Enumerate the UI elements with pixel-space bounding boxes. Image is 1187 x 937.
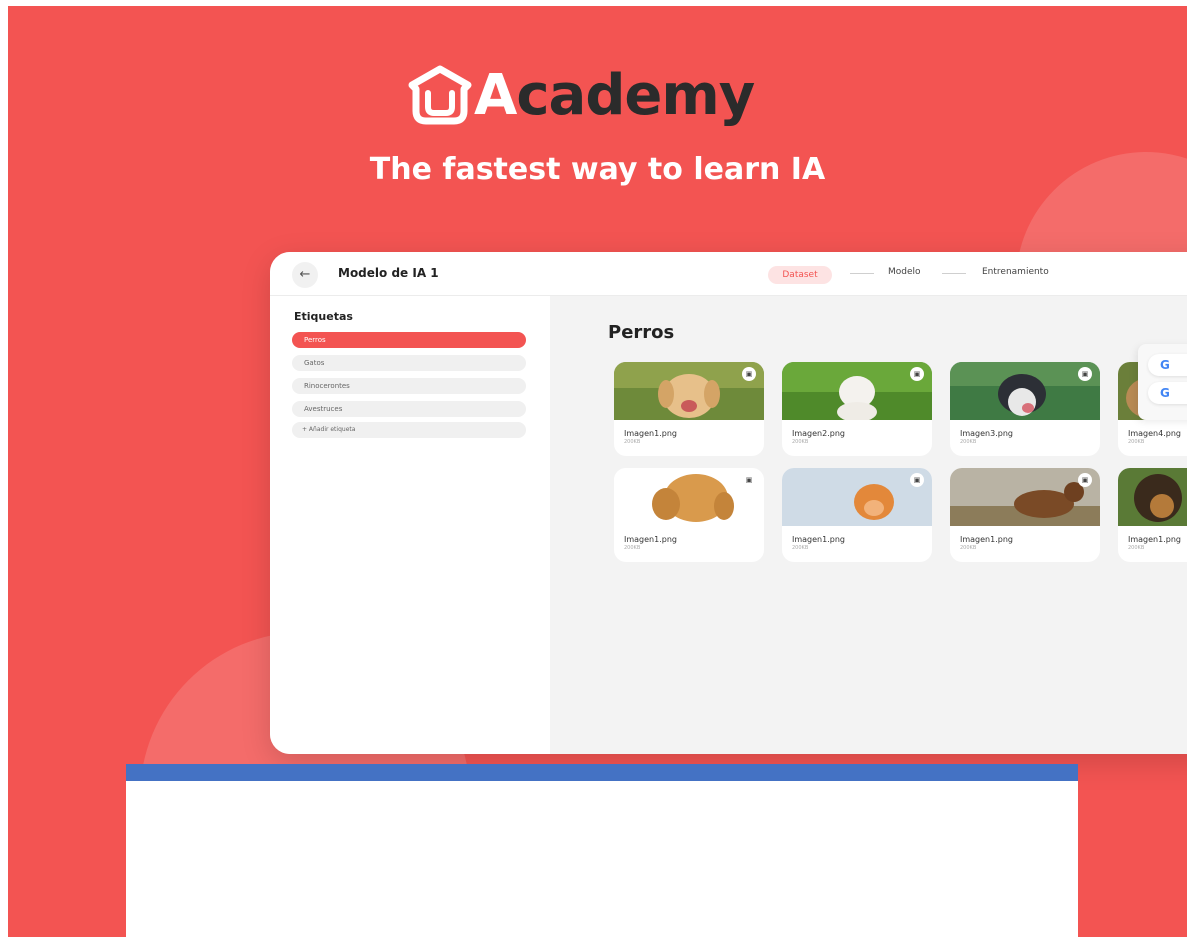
step-connector [850,273,874,274]
logo-text: Academy [474,62,755,128]
delete-button[interactable]: ▣ [910,473,924,487]
google-icon: G [1160,358,1170,372]
sidebar-item-perros[interactable]: Perros [292,332,526,348]
file-size: 200KB [1128,545,1145,551]
blue-header-bar [126,764,1078,781]
file-name: Imagen3.png [960,429,1013,438]
back-button[interactable]: ← [292,262,318,288]
step-entrenamiento[interactable]: Entrenamiento [982,267,1049,277]
image-card[interactable]: Imagen1.png 200KB [1118,468,1187,562]
delete-button[interactable]: ▣ [910,367,924,381]
app-title: Modelo de IA 1 [338,266,439,280]
google-import-popup: G G [1138,344,1187,420]
file-name: Imagen1.png [624,429,677,438]
delete-button[interactable]: ▣ [1078,367,1092,381]
logo-word: cademy [516,62,755,128]
file-name: Imagen4.png [1128,429,1181,438]
file-size: 200KB [960,545,977,551]
delete-button[interactable]: ▣ [742,473,756,487]
sidebar-item-rinocerontes[interactable]: Rinocerontes [292,378,526,394]
google-import-button[interactable]: G [1148,382,1187,404]
sidebar-item-gatos[interactable]: Gatos [292,355,526,371]
category-title: Perros [608,322,675,343]
file-name: Imagen2.png [792,429,845,438]
labels-sidebar: Etiquetas Perros Gatos Rinocerontes Aves… [270,296,550,754]
trash-icon: ▣ [1081,370,1089,378]
trash-icon: ▣ [1081,476,1089,484]
image-card[interactable]: ▣ Imagen1.png 200KB [614,362,764,456]
step-dataset[interactable]: Dataset [768,266,832,284]
file-name: Imagen1.png [792,535,845,544]
google-icon: G [1160,386,1170,400]
file-size: 200KB [1128,439,1145,445]
trash-icon: ▣ [913,476,921,484]
google-import-button[interactable]: G [1148,354,1187,376]
file-size: 200KB [792,439,809,445]
app-mockup: ← Modelo de IA 1 Dataset Modelo Entrenam… [270,252,1187,754]
logo-letter-a: A [474,62,517,128]
delete-button[interactable]: ▣ [1078,473,1092,487]
image-card[interactable]: ▣ Imagen1.png 200KB [614,468,764,562]
dataset-content: Perros ▣ Imagen1.png 200KB ▣ Imagen2.png… [550,296,1187,754]
trash-icon: ▣ [745,476,753,484]
file-size: 200KB [792,545,809,551]
file-size: 200KB [624,545,641,551]
trash-icon: ▣ [913,370,921,378]
file-name: Imagen1.png [960,535,1013,544]
image-card[interactable]: ▣ Imagen3.png 200KB [950,362,1100,456]
file-size: 200KB [960,439,977,445]
sidebar-item-avestruces[interactable]: Avestruces [292,401,526,417]
delete-button[interactable]: ▣ [742,367,756,381]
white-panel [126,781,1078,937]
step-connector [942,273,966,274]
sidebar-title: Etiquetas [294,310,353,323]
file-name: Imagen1.png [624,535,677,544]
academy-logo: Academy [404,50,755,140]
file-size: 200KB [624,439,641,445]
image-card[interactable]: ▣ Imagen1.png 200KB [950,468,1100,562]
image-card[interactable]: ▣ Imagen1.png 200KB [782,468,932,562]
dog-photo [1118,468,1187,526]
trash-icon: ▣ [745,370,753,378]
step-modelo[interactable]: Modelo [888,267,921,277]
hero-banner: Academy The fastest way to learn IA ← Mo… [8,6,1187,937]
file-name: Imagen1.png [1128,535,1181,544]
graduation-cap-icon [408,65,472,125]
image-card[interactable]: ▣ Imagen2.png 200KB [782,362,932,456]
tagline: The fastest way to learn IA [369,152,826,187]
app-header: ← Modelo de IA 1 Dataset Modelo Entrenam… [270,252,1187,296]
add-label-button[interactable]: + Añadir etiqueta [292,422,526,438]
arrow-left-icon: ← [299,267,311,282]
